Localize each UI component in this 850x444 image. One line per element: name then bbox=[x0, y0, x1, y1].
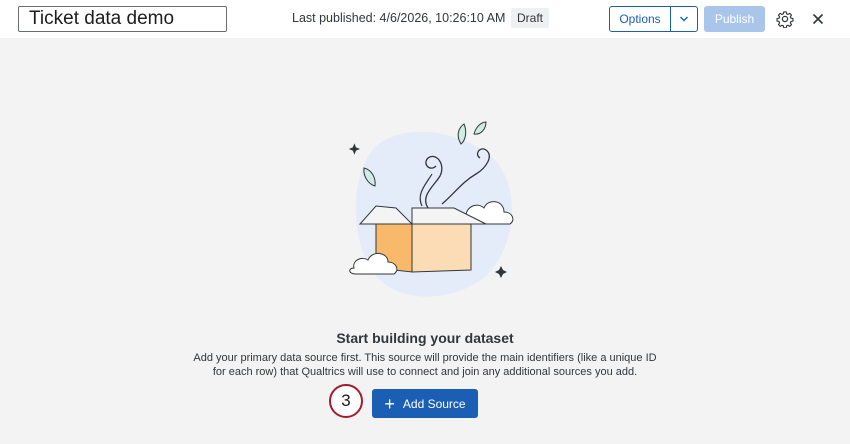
close-icon bbox=[812, 13, 824, 25]
dataset-title-input[interactable] bbox=[18, 6, 227, 32]
empty-state-description: Add your primary data source first. This… bbox=[193, 352, 657, 378]
close-button[interactable] bbox=[808, 9, 828, 29]
options-button[interactable]: Options bbox=[609, 6, 671, 32]
step-number-badge: 3 bbox=[329, 384, 363, 418]
add-source-button[interactable]: + Add Source bbox=[372, 389, 478, 418]
plus-icon: + bbox=[384, 393, 395, 414]
last-published-text: Last published: 4/6/2026, 10:26:10 AM bbox=[292, 11, 506, 25]
options-dropdown-toggle[interactable] bbox=[671, 6, 698, 32]
top-bar: Last published: 4/6/2026, 10:26:10 AM Dr… bbox=[0, 0, 850, 38]
chevron-down-icon bbox=[680, 16, 688, 22]
add-source-label: Add Source bbox=[402, 396, 466, 411]
open-box-illustration bbox=[348, 121, 514, 297]
publish-button[interactable]: Publish bbox=[704, 6, 765, 32]
status-badge: Draft bbox=[511, 8, 550, 28]
gear-icon bbox=[776, 11, 794, 28]
empty-state-heading: Start building your dataset bbox=[336, 330, 514, 346]
settings-button[interactable] bbox=[775, 9, 795, 29]
options-button-group: Options bbox=[609, 6, 698, 32]
